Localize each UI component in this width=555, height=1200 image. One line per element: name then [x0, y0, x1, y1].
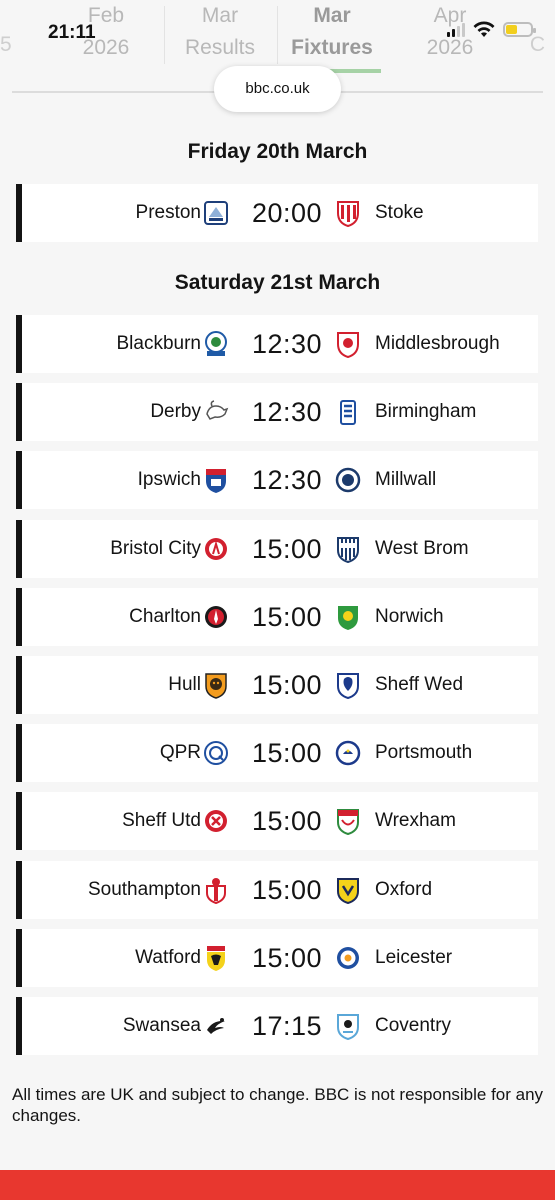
away-team: Wrexham	[375, 810, 456, 831]
home-team: Charlton	[129, 606, 201, 627]
home-team: Hull	[168, 674, 201, 695]
kickoff-time: 12:30	[251, 465, 323, 495]
fixture-row[interactable]: QPR 15:00 Portsmouth	[16, 724, 538, 782]
wrexham-crest-icon	[337, 809, 359, 835]
fixture-row[interactable]: Watford 15:00 Leicester	[16, 929, 538, 987]
tab-month: Mar	[201, 4, 239, 27]
sheff-wed-crest-icon	[337, 673, 359, 699]
away-team: Millwall	[375, 469, 437, 490]
kickoff-time: 15:00	[251, 943, 323, 973]
fixture-row[interactable]: Ipswich 12:30 Millwall	[16, 451, 538, 509]
hull-crest-icon	[205, 673, 227, 699]
away-team: West Brom	[375, 538, 469, 559]
portsmouth-crest-icon	[335, 740, 361, 766]
home-team: Blackburn	[116, 333, 202, 354]
west-brom-crest-icon	[337, 537, 359, 563]
fixture-row[interactable]: Swansea 17:15 Coventry	[16, 997, 538, 1055]
swansea-crest-icon	[207, 1018, 225, 1034]
sheff-utd-crest-icon	[205, 810, 227, 832]
kickoff-time: 12:30	[251, 397, 323, 427]
tab-edge-left[interactable]: 5	[0, 33, 12, 57]
bristol-city-crest-icon	[205, 538, 227, 560]
fixture-row[interactable]: Southampton 15:00 Oxford	[16, 861, 538, 919]
day-heading: Saturday 21st March	[174, 271, 381, 294]
oxford-crest-icon	[337, 878, 359, 904]
disclaimer-note: All times are UK and subject to change. …	[12, 1085, 544, 1125]
middlesbrough-crest-icon	[337, 332, 359, 358]
tab-label: Results	[184, 36, 256, 59]
home-team: Ipswich	[137, 469, 201, 490]
tab-mar-fixtures[interactable]: Mar Fixtures	[282, 0, 382, 64]
home-team: Preston	[135, 202, 201, 223]
leicester-crest-icon	[337, 947, 359, 969]
home-team: Watford	[135, 947, 201, 968]
footer-banner	[0, 1170, 555, 1200]
kickoff-time: 15:00	[251, 806, 323, 836]
millwall-crest-icon	[335, 467, 361, 493]
cellular-signal-icon	[447, 21, 465, 37]
tab-divider	[277, 6, 278, 64]
kickoff-time: 12:30	[251, 329, 323, 359]
kickoff-time: 15:00	[251, 670, 323, 700]
away-team: Stoke	[375, 202, 424, 223]
kickoff-time: 15:00	[251, 534, 323, 564]
kickoff-time: 17:15	[251, 1011, 323, 1041]
charlton-crest-icon	[205, 606, 227, 628]
browser-url-pill[interactable]: bbc.co.uk	[214, 66, 341, 112]
preston-crest-icon	[204, 201, 228, 225]
battery-icon	[503, 21, 536, 37]
away-team: Coventry	[375, 1015, 452, 1036]
coventry-crest-icon	[337, 1014, 359, 1040]
watford-crest-icon	[207, 946, 225, 971]
away-team: Middlesbrough	[375, 333, 500, 354]
status-time: 21:11	[48, 22, 96, 43]
kickoff-time: 15:00	[251, 602, 323, 632]
fixture-row[interactable]: Hull 15:00 Sheff Wed	[16, 656, 538, 714]
home-team: QPR	[159, 742, 201, 763]
qpr-crest-icon	[204, 741, 228, 765]
home-team: Derby	[150, 401, 201, 422]
home-team: Southampton	[87, 879, 201, 900]
away-team: Norwich	[375, 606, 444, 627]
fixture-row[interactable]: Derby 12:30 Birmingham	[16, 383, 538, 441]
away-team: Oxford	[375, 879, 433, 900]
blackburn-crest-icon	[205, 331, 227, 356]
birmingham-crest-icon	[340, 400, 356, 425]
kickoff-time: 15:00	[251, 875, 323, 905]
tab-mar-results[interactable]: Mar Results	[170, 0, 270, 64]
derby-crest-icon	[206, 400, 229, 420]
day-heading: Friday 20th March	[187, 140, 368, 163]
wifi-icon	[473, 21, 495, 37]
tab-divider	[164, 6, 165, 64]
norwich-crest-icon	[338, 606, 358, 630]
fixture-row[interactable]: Sheff Utd 15:00 Wrexham	[16, 792, 538, 850]
home-team: Sheff Utd	[122, 810, 201, 831]
southampton-crest-icon	[206, 878, 226, 904]
away-team: Portsmouth	[375, 742, 473, 763]
fixture-row[interactable]: Blackburn 12:30 Middlesbrough	[16, 315, 538, 373]
away-team: Sheff Wed	[375, 674, 464, 695]
fixture-row[interactable]: Charlton 15:00 Norwich	[16, 588, 538, 646]
stoke-crest-icon	[337, 201, 359, 227]
kickoff-time: 15:00	[251, 738, 323, 768]
fixture-row[interactable]: Bristol City 15:00 West Brom	[16, 520, 538, 578]
tab-month: Mar	[313, 4, 351, 27]
ipswich-crest-icon	[206, 469, 226, 493]
away-team: Leicester	[375, 947, 453, 968]
status-icons	[447, 20, 536, 38]
home-team: Swansea	[122, 1015, 201, 1036]
kickoff-time: 20:00	[251, 198, 323, 228]
tab-label: Fixtures	[291, 36, 373, 59]
away-team: Birmingham	[375, 401, 477, 422]
home-team: Bristol City	[110, 538, 201, 559]
fixture-row[interactable]: Preston 20:00 Stoke	[16, 184, 538, 242]
